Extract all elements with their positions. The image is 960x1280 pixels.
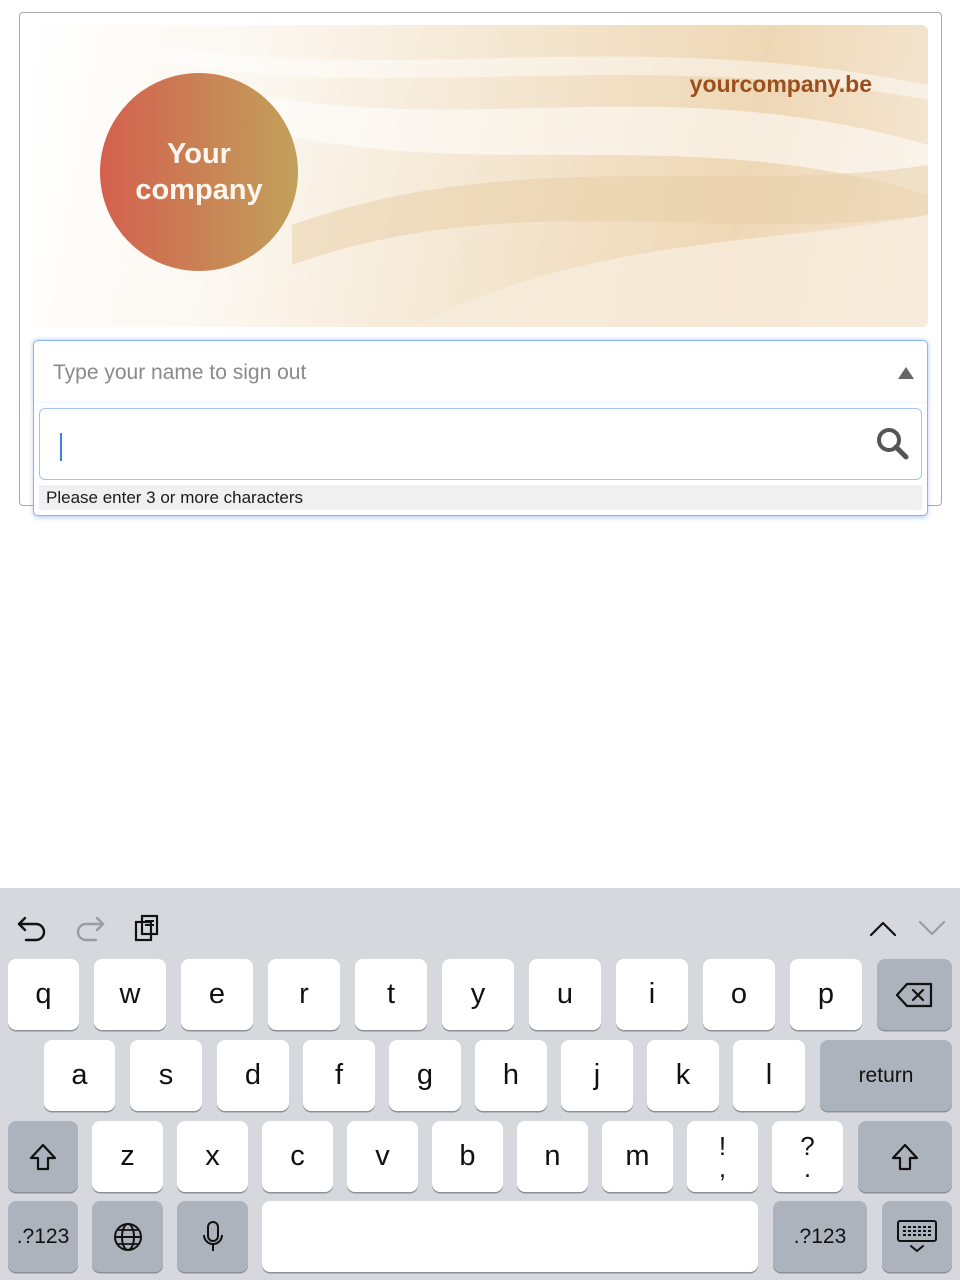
- select-placeholder: Type your name to sign out: [53, 361, 307, 384]
- key-exclaim-comma[interactable]: ! ,: [687, 1121, 758, 1192]
- numbers-key-right[interactable]: .?123: [773, 1201, 867, 1272]
- key-u[interactable]: u: [529, 959, 601, 1030]
- key-b[interactable]: b: [432, 1121, 503, 1192]
- chevron-down-icon[interactable]: [917, 918, 947, 938]
- backspace-icon: [895, 982, 932, 1007]
- return-key[interactable]: return: [820, 1040, 952, 1111]
- key-label: w: [119, 978, 141, 1010]
- key-label: z: [120, 1140, 135, 1172]
- key-h[interactable]: h: [475, 1040, 547, 1111]
- key-label: u: [556, 978, 574, 1010]
- key-label: n: [544, 1140, 561, 1172]
- return-label: return: [858, 1063, 914, 1087]
- key-label: y: [470, 978, 486, 1010]
- numbers-key-left[interactable]: .?123: [8, 1201, 78, 1272]
- key-i[interactable]: i: [616, 959, 688, 1030]
- key-label: l: [765, 1059, 773, 1091]
- key-r[interactable]: r: [268, 959, 340, 1030]
- search-hint: Please enter 3 or more characters: [39, 485, 922, 510]
- key-label: d: [244, 1059, 262, 1091]
- site-url: yourcompany.be: [689, 71, 872, 97]
- key-label: x: [205, 1140, 220, 1172]
- key-label: i: [648, 978, 656, 1010]
- key-p[interactable]: p: [790, 959, 862, 1030]
- microphone-icon: [202, 1220, 223, 1251]
- shift-icon: [891, 1143, 919, 1170]
- key-w[interactable]: w: [94, 959, 166, 1030]
- keyboard-dismiss-icon: [897, 1219, 937, 1252]
- key-label: .?123: [793, 1224, 847, 1248]
- key-o[interactable]: o: [703, 959, 775, 1030]
- key-d[interactable]: d: [217, 1040, 289, 1111]
- key-label: h: [502, 1059, 520, 1091]
- key-label: e: [208, 978, 226, 1010]
- search-input[interactable]: [39, 408, 922, 480]
- key-x[interactable]: x: [177, 1121, 248, 1192]
- dismiss-keyboard-key[interactable]: [882, 1201, 952, 1272]
- key-label: m: [625, 1140, 650, 1172]
- key-k[interactable]: k: [647, 1040, 719, 1111]
- paste-icon[interactable]: [133, 913, 161, 943]
- key-label: g: [416, 1059, 434, 1091]
- key-label-bottom: .: [803, 1152, 812, 1183]
- key-l[interactable]: l: [733, 1040, 805, 1111]
- globe-icon: [113, 1222, 142, 1251]
- backspace-key[interactable]: [877, 959, 952, 1030]
- key-label: t: [386, 978, 396, 1010]
- caret-up-icon[interactable]: [898, 367, 914, 379]
- key-t[interactable]: t: [355, 959, 427, 1030]
- key-s[interactable]: s: [130, 1040, 202, 1111]
- key-label: .?123: [16, 1224, 70, 1248]
- company-banner: Your company yourcompany.be: [32, 25, 928, 327]
- key-label: k: [675, 1059, 691, 1091]
- microphone-key[interactable]: [177, 1201, 248, 1272]
- key-g[interactable]: g: [389, 1040, 461, 1111]
- key-v[interactable]: v: [347, 1121, 418, 1192]
- key-label: c: [290, 1140, 305, 1172]
- key-label: r: [299, 978, 309, 1010]
- globe-key[interactable]: [92, 1201, 163, 1272]
- search-icon: [877, 428, 909, 460]
- name-select[interactable]: Type your name to sign out: [33, 340, 928, 404]
- chevron-up-icon[interactable]: [868, 918, 898, 938]
- key-label: v: [375, 1140, 390, 1172]
- key-y[interactable]: y: [442, 959, 514, 1030]
- undo-icon[interactable]: [16, 914, 48, 942]
- key-label: j: [593, 1059, 601, 1091]
- text-cursor: [60, 433, 62, 461]
- key-e[interactable]: e: [181, 959, 253, 1030]
- key-label: p: [817, 978, 835, 1010]
- logo-line-2: company: [135, 174, 263, 206]
- key-label: a: [71, 1059, 88, 1091]
- logo-line-1: Your: [167, 138, 231, 170]
- key-j[interactable]: j: [561, 1040, 633, 1111]
- company-logo: Your company: [100, 73, 298, 271]
- key-label: b: [459, 1140, 476, 1172]
- key-c[interactable]: c: [262, 1121, 333, 1192]
- key-label-bottom: ,: [718, 1152, 727, 1183]
- key-label: q: [35, 978, 52, 1010]
- key-q[interactable]: q: [8, 959, 79, 1030]
- key-n[interactable]: n: [517, 1121, 588, 1192]
- key-m[interactable]: m: [602, 1121, 673, 1192]
- key-label: o: [730, 978, 748, 1010]
- select-dropdown: Please enter 3 or more characters: [33, 403, 928, 516]
- shift-key-left[interactable]: [8, 1121, 78, 1192]
- shift-key-right[interactable]: [858, 1121, 952, 1192]
- key-a[interactable]: a: [44, 1040, 115, 1111]
- shift-icon: [29, 1143, 57, 1170]
- onscreen-keyboard: q w e r t y u i o p a s d f g h j k l re…: [0, 888, 960, 1280]
- key-question-period[interactable]: ? .: [772, 1121, 843, 1192]
- key-f[interactable]: f: [303, 1040, 375, 1111]
- key-z[interactable]: z: [92, 1121, 163, 1192]
- redo-icon[interactable]: [74, 914, 106, 942]
- space-key[interactable]: [262, 1201, 758, 1272]
- key-label: f: [334, 1059, 344, 1091]
- key-label: s: [158, 1059, 174, 1091]
